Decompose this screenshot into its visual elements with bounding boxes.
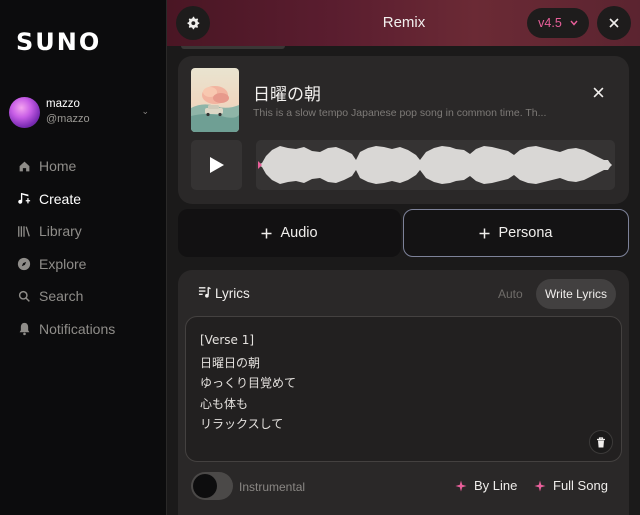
add-persona-label: Persona <box>498 225 553 241</box>
track-title: 日曜の朝 <box>253 85 321 105</box>
full-song-label: Full Song <box>553 478 608 493</box>
by-line-label: By Line <box>474 478 518 493</box>
home-icon <box>17 159 31 173</box>
remove-track-button[interactable] <box>588 82 608 102</box>
close-icon <box>593 87 603 97</box>
sidebar-item-search[interactable]: Search <box>17 280 157 313</box>
close-panel-button[interactable] <box>597 6 631 40</box>
close-icon <box>609 18 619 28</box>
sidebar: SUNO mazzo @mazzo ⌄ Home Create Library <box>0 0 166 515</box>
user-name: mazzo <box>46 98 80 110</box>
generate-by-line-button[interactable]: By Line <box>455 478 517 493</box>
chevron-down-icon: ⌄ <box>141 106 149 116</box>
sidebar-item-create[interactable]: Create <box>17 183 157 216</box>
lyric-line: 心も体も <box>200 396 249 411</box>
add-audio-button[interactable]: Audio <box>178 209 401 257</box>
sidebar-item-home[interactable]: Home <box>17 150 157 183</box>
scroll-indicator <box>181 46 285 49</box>
suno-logo[interactable]: SUNO <box>16 28 101 56</box>
sidebar-item-label: Notifications <box>39 320 116 337</box>
toggle-knob <box>193 474 217 498</box>
play-button[interactable] <box>191 140 242 190</box>
waveform-graphic <box>258 146 612 184</box>
sidebar-item-explore[interactable]: Explore <box>17 248 157 281</box>
add-source-row: Audio Persona <box>178 209 629 257</box>
remix-panel: Remix v4.5 日曜の朝 This is a slow tempo Jap… <box>166 0 640 515</box>
trash-icon <box>597 436 605 447</box>
compass-icon <box>17 257 31 271</box>
source-track-card: 日曜の朝 This is a slow tempo Japanese pop s… <box>178 56 629 204</box>
instrumental-toggle[interactable] <box>191 472 233 500</box>
waveform[interactable] <box>256 140 615 190</box>
sidebar-nav: Home Create Library Explore Search Notif… <box>17 150 157 345</box>
lyrics-section: Lyrics Auto Write Lyrics [Verse 1] 日曜日の朝… <box>178 270 629 515</box>
play-icon <box>209 157 224 173</box>
lyric-line: ゆっくり目覚めて <box>200 376 297 390</box>
album-cover-image <box>191 68 239 132</box>
sidebar-item-library[interactable]: Library <box>17 215 157 248</box>
add-persona-button[interactable]: Persona <box>403 209 629 257</box>
bell-icon <box>17 322 31 336</box>
plus-icon <box>261 228 272 238</box>
sidebar-item-label: Search <box>39 288 84 305</box>
sidebar-item-notifications[interactable]: Notifications <box>17 313 157 346</box>
user-menu[interactable]: mazzo @mazzo ⌄ <box>9 96 159 128</box>
lyrics-textarea[interactable]: [Verse 1] 日曜日の朝 ゆっくり目覚めて 心も体も リラックスして <box>185 316 622 462</box>
sparkle-icon <box>455 480 467 491</box>
lyrics-label: Lyrics <box>215 286 250 301</box>
version-label: v4.5 <box>538 16 562 30</box>
clear-lyrics-button[interactable] <box>589 430 613 454</box>
generate-full-song-button[interactable]: Full Song <box>534 478 608 493</box>
lyric-line: [Verse 1] <box>200 333 255 347</box>
instrumental-label: Instrumental <box>239 480 306 494</box>
sidebar-item-label: Create <box>39 190 82 207</box>
lyric-line: リラックスして <box>200 417 284 431</box>
sidebar-item-label: Library <box>39 223 82 240</box>
sidebar-item-label: Explore <box>39 255 87 272</box>
add-audio-label: Audio <box>280 225 318 241</box>
lyrics-icon <box>198 286 211 304</box>
track-description: This is a slow tempo Japanese pop song i… <box>253 107 547 119</box>
search-icon <box>17 289 31 303</box>
music-note-icon <box>17 192 31 206</box>
chevron-down-icon <box>570 20 578 26</box>
library-icon <box>17 224 31 238</box>
sparkle-icon <box>534 480 546 491</box>
panel-header: Remix v4.5 <box>167 0 640 46</box>
lyrics-mode-auto[interactable]: Auto <box>498 287 523 301</box>
user-handle: @mazzo <box>46 113 90 125</box>
sidebar-item-label: Home <box>39 158 77 175</box>
lyric-line: 日曜日の朝 <box>200 355 261 370</box>
version-selector[interactable]: v4.5 <box>527 8 589 38</box>
plus-icon <box>479 228 490 238</box>
lyrics-mode-write[interactable]: Write Lyrics <box>536 279 616 309</box>
avatar <box>9 97 40 128</box>
